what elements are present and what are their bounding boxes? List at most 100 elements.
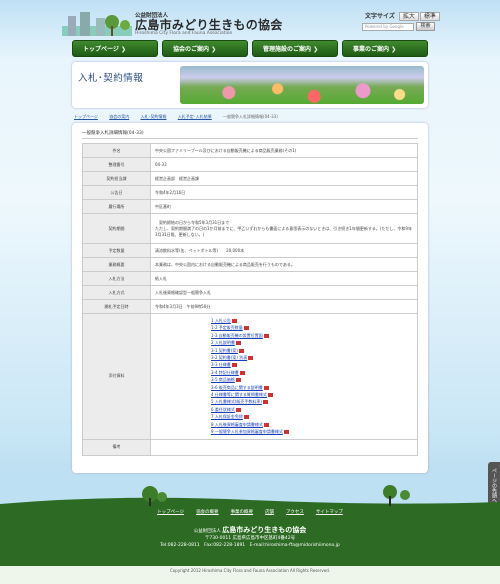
row-label: 入札方法 bbox=[82, 271, 151, 286]
footer-link-sitemap[interactable]: サイトマップ bbox=[316, 510, 343, 515]
doc-link[interactable]: 2 入札説明書 bbox=[211, 340, 235, 345]
doc-link[interactable]: 1-3 自動販売機の設置位置図 bbox=[211, 333, 263, 338]
remarks-value bbox=[150, 438, 418, 456]
row-value: 中区基町 bbox=[150, 199, 418, 214]
footer-org-prefix: 公益財団法人 bbox=[193, 529, 221, 534]
pdf-icon bbox=[243, 326, 249, 331]
font-size-tools: 文字サイズ 拡大 標準 bbox=[365, 11, 440, 21]
row-label: 公告日 bbox=[82, 185, 151, 200]
site-logo[interactable]: 公益財団法人 広島市みどり生きもの協会 Hiroshima City Flora… bbox=[135, 11, 283, 36]
pdf-icon bbox=[243, 415, 249, 420]
pdf-icon bbox=[262, 400, 268, 405]
row-value: 令和4年3月3日 午前9時50分 bbox=[150, 299, 418, 314]
row-label: 整理番号 bbox=[82, 157, 151, 172]
nav-business[interactable]: 事業のご案内 ❯ bbox=[342, 40, 428, 57]
footer-org-name: 広島市みどり生きもの協会 bbox=[222, 526, 307, 534]
page-banner: 入札･契約情報 bbox=[72, 62, 428, 108]
table-row: 備考 bbox=[82, 438, 418, 456]
font-large-button[interactable]: 拡大 bbox=[398, 12, 419, 21]
table-row: 履行場所 中区基町 bbox=[82, 199, 418, 214]
row-label: 履行場所 bbox=[82, 199, 151, 214]
pdf-icon bbox=[263, 422, 269, 427]
row-value: 契約締結の日から令和5年3月31日まで ただし、契約期間満了の日の1か月前までに… bbox=[150, 213, 418, 244]
doc-link[interactable]: 5 入札書様式(販売手数料率) bbox=[211, 399, 262, 404]
banner-title: 入札･契約情報 bbox=[78, 73, 144, 84]
row-value: 清涼飲料水等(缶、ペットボトル等) 20,000本 bbox=[150, 243, 418, 258]
doc-link[interactable]: 1 入札公告 bbox=[211, 318, 231, 323]
table-row: 業務概要 本業務は、中央公園内における自動販売機による商品販売を行うものである。 bbox=[82, 257, 418, 272]
global-nav: トップページ ❯ 協会のご案内 ❯ 管理施設のご案内 ❯ 事業のご案内 ❯ bbox=[72, 40, 428, 57]
doc-link[interactable]: 4 仕様書等に関する質問書様式 bbox=[211, 392, 267, 397]
pdf-icon bbox=[283, 430, 289, 435]
pdf-icon bbox=[239, 370, 245, 375]
doc-link[interactable]: 3-4 特記仕様書 bbox=[211, 370, 239, 375]
doc-link[interactable]: 3-3 仕様書 bbox=[211, 362, 231, 367]
pdf-icon bbox=[263, 385, 269, 390]
pdf-icon bbox=[235, 407, 241, 412]
table-row: 公告日 令和4年2月16日 bbox=[82, 185, 418, 200]
table-row: 予定数量 清涼飲料水等(缶、ペットボトル等) 20,000本 bbox=[82, 243, 418, 258]
footer-link-business[interactable]: 事業の概要 bbox=[231, 510, 254, 515]
pdf-icon bbox=[238, 348, 244, 353]
table-row: 契約担当課 経営企画部 経営企画課 bbox=[82, 171, 418, 186]
logo-name: 広島市みどり生きもの協会 bbox=[135, 18, 283, 32]
font-standard-button[interactable]: 標準 bbox=[419, 12, 440, 21]
breadcrumb-bids[interactable]: 入札･契約情報 bbox=[140, 114, 166, 119]
breadcrumb-home[interactable]: トップページ bbox=[74, 114, 98, 119]
copyright: Copyright 2012 Hiroshima City Flora and … bbox=[0, 566, 500, 584]
breadcrumb-current: 一般競争入札詳細情報(04-33) bbox=[223, 114, 278, 119]
doc-link[interactable]: 9 一般競争入札参加資格審査申請書様式 bbox=[211, 429, 283, 434]
search-input[interactable]: Powered by Google bbox=[362, 23, 414, 31]
doc-link[interactable]: 3-2 契約書(案) 別表 bbox=[211, 355, 247, 360]
doc-link[interactable]: 8 入札後資格審査申請書様式 bbox=[211, 422, 263, 427]
row-value: 中央公園ファミリープール及びにおける自動販売機による商品販売業務(その1) bbox=[150, 143, 418, 158]
footer-contact: Tel:082-228-0811 Fax:082-228-1891 E-mail… bbox=[160, 543, 340, 548]
table-row: 入札方式 入札後資格確認型一般競争入札 bbox=[82, 285, 418, 300]
nav-about[interactable]: 協会のご案内 ❯ bbox=[162, 40, 248, 57]
search-button[interactable]: 検索 bbox=[416, 22, 435, 31]
row-label: 入札方式 bbox=[82, 285, 151, 300]
doc-link[interactable]: 1-2 予定販売数量 bbox=[211, 325, 243, 330]
breadcrumb-about[interactable]: 協会の案内 bbox=[109, 114, 129, 119]
row-value: 紙入札 bbox=[150, 271, 418, 286]
site-header: 公益財団法人 広島市みどり生きもの協会 Hiroshima City Flora… bbox=[0, 0, 500, 38]
row-value: 令和4年2月16日 bbox=[150, 185, 418, 200]
pdf-icon bbox=[235, 378, 241, 383]
table-row: 入札方法 紙入札 bbox=[82, 271, 418, 286]
row-value: 04-33 bbox=[150, 157, 418, 172]
footer-link-access[interactable]: アクセス bbox=[286, 510, 304, 515]
nav-top[interactable]: トップページ ❯ bbox=[72, 40, 158, 57]
attachment-list: 1 入札公告 1-2 予定販売数量 1-3 自動販売機の設置位置図 2 入札説明… bbox=[150, 313, 418, 440]
doc-link[interactable]: 7 入札保証金免除 bbox=[211, 414, 243, 419]
breadcrumb-bid-results[interactable]: 入札予定･入札結果 bbox=[178, 114, 212, 119]
flower-garden-photo bbox=[180, 66, 424, 104]
bid-detail-table: 件名 中央公園ファミリープール及びにおける自動販売機による商品販売業務(その1) … bbox=[82, 143, 418, 456]
footer-link-top[interactable]: トップページ bbox=[157, 510, 184, 515]
footer-link-shop[interactable]: 店舗 bbox=[265, 510, 274, 515]
footer-address: 〒730-0011 広島県広島市中区基町4番42号 bbox=[204, 536, 296, 541]
row-label: 件名 bbox=[82, 143, 151, 158]
pdf-icon bbox=[231, 319, 237, 323]
pdf-icon bbox=[263, 333, 269, 338]
row-label: 業務概要 bbox=[82, 257, 151, 272]
doc-link[interactable]: 3-1 契約書(案) bbox=[211, 348, 238, 353]
doc-link[interactable]: 3-6 販売商品に関する説明書 bbox=[211, 385, 263, 390]
breadcrumb: トップページ 協会の案内 入札･契約情報 入札予定･入札結果 一般競争入札詳細情… bbox=[74, 114, 428, 120]
pdf-icon bbox=[248, 356, 254, 361]
row-label: 契約期間 bbox=[82, 213, 151, 244]
pdf-icon bbox=[267, 393, 273, 398]
row-label: 開札予定日時 bbox=[82, 299, 151, 314]
docs-label: 添付資料 bbox=[82, 313, 151, 440]
row-value: 本業務は、中央公園内における自動販売機による商品販売を行うものである。 bbox=[150, 257, 418, 272]
nav-facilities[interactable]: 管理施設のご案内 ❯ bbox=[252, 40, 338, 57]
table-row: 契約期間 契約締結の日から令和5年3月31日まで ただし、契約期間満了の日の1か… bbox=[82, 213, 418, 244]
footer-info: 公益財団法人 広島市みどり生きもの協会 〒730-0011 広島県広島市中区基町… bbox=[0, 525, 500, 549]
table-row: 件名 中央公園ファミリープール及びにおける自動販売機による商品販売業務(その1) bbox=[82, 143, 418, 158]
footer-link-about[interactable]: 協会の概要 bbox=[196, 510, 219, 515]
pdf-icon bbox=[235, 341, 241, 346]
main-content: 一般競争入札詳細情報(04-33) 件名 中央公園ファミリープール及びにおける自動… bbox=[72, 123, 428, 473]
doc-link[interactable]: 6 委任状様式 bbox=[211, 407, 235, 412]
table-row: 開札予定日時 令和4年3月3日 午前9時50分 bbox=[82, 299, 418, 314]
doc-link[interactable]: 3-5 商品価格 bbox=[211, 377, 235, 382]
footer-links: トップページ 協会の概要 事業の概要 店舗 アクセス サイトマップ bbox=[0, 509, 500, 515]
